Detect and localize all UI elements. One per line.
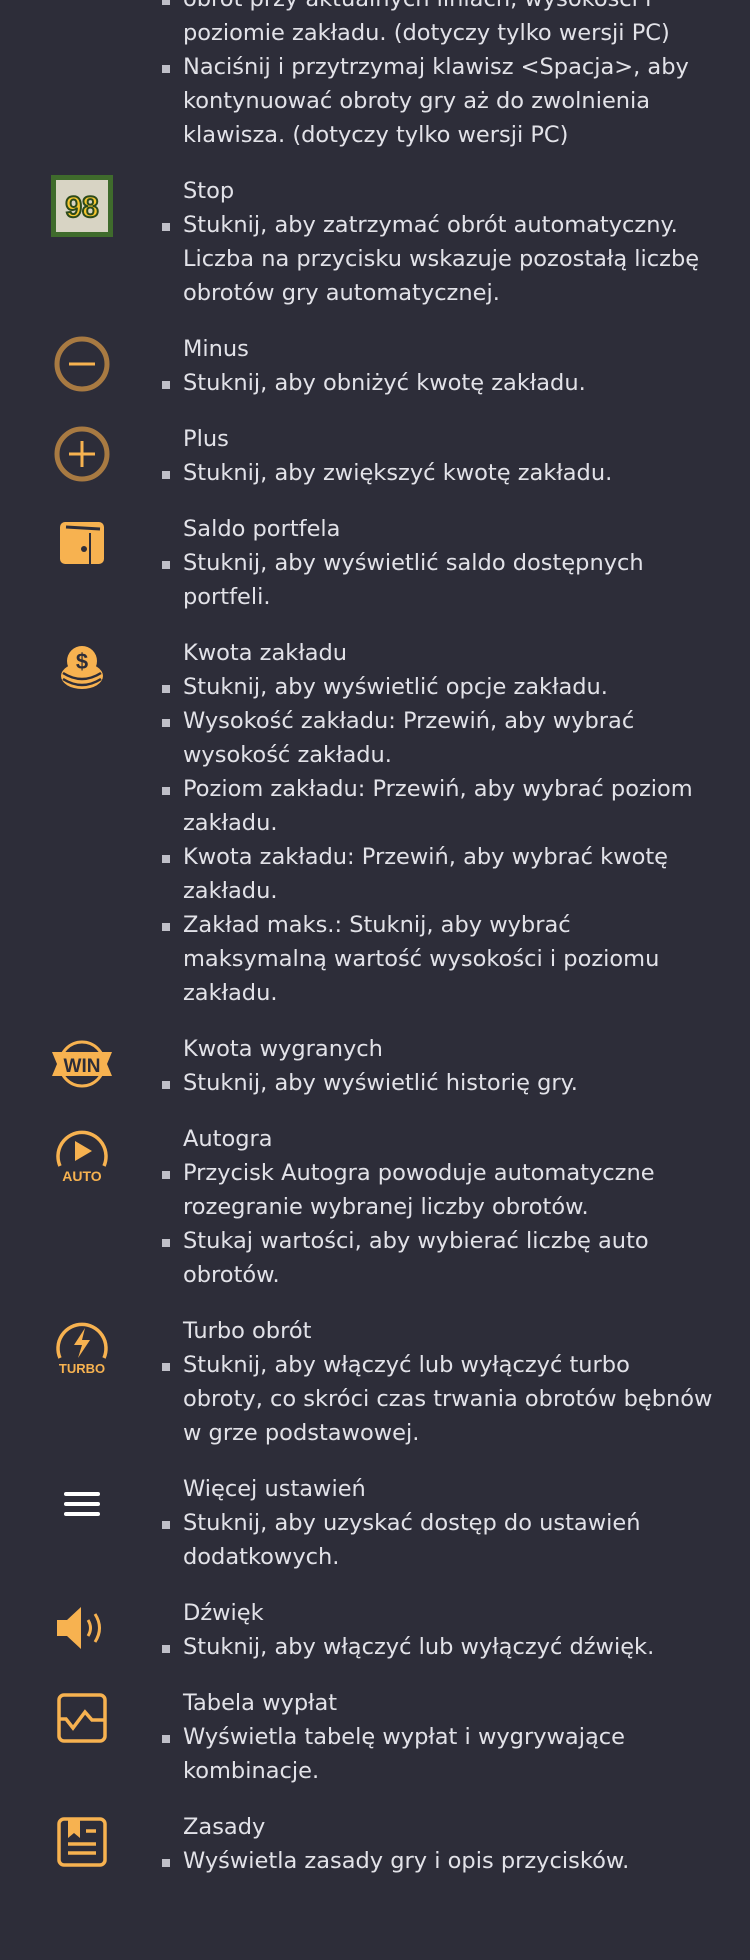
rules-icon xyxy=(50,1810,114,1874)
svg-text:WIN: WIN xyxy=(64,1056,101,1077)
bullet-list: Przycisk Autogra powoduje automatyczne r… xyxy=(162,1156,713,1292)
section-title: Turbo obrót xyxy=(183,1318,312,1344)
bullet-list: obrót przy aktualnych liniach, wysokości… xyxy=(162,0,713,152)
section-title: Kwota wygranych xyxy=(183,1036,383,1062)
bullet-item: Przycisk Autogra powoduje automatyczne r… xyxy=(162,1156,713,1224)
bullet-item: Stuknij, aby włączyć lub wyłączyć turbo … xyxy=(162,1348,713,1450)
help-section-paytable: Tabela wypłat Wyświetla tabelę wypłat i w… xyxy=(0,1686,750,1788)
help-section-wallet: Saldo portfela Stuknij, aby wyświetlić sa… xyxy=(0,512,750,614)
section-title: Kwota zakładu xyxy=(183,640,348,666)
coins-icon: $ xyxy=(50,636,114,700)
bullet-item: Kwota zakładu: Przewiń, aby wybrać kwotę… xyxy=(162,840,713,908)
section-title: Dźwięk xyxy=(183,1600,264,1626)
bullet-list: Stuknij, aby obniżyć kwotę zakładu. xyxy=(162,366,713,400)
bullet-list: Stuknij, aby zwiększyć kwotę zakładu. xyxy=(162,456,713,490)
section-title: Saldo portfela xyxy=(183,516,341,542)
section-title: Więcej ustawień xyxy=(183,1476,366,1502)
bullet-item: obrót przy aktualnych liniach, wysokości… xyxy=(162,0,713,50)
help-section-continued: obrót przy aktualnych liniach, wysokości… xyxy=(0,0,750,152)
help-content: obrót przy aktualnych liniach, wysokości… xyxy=(0,0,750,1900)
section-title: Autogra xyxy=(183,1126,273,1152)
svg-text:98: 98 xyxy=(65,191,98,224)
bullet-list: Wyświetla tabelę wypłat i wygrywające ko… xyxy=(162,1720,713,1788)
help-section-auto-play: AUTO Autogra Przycisk Autogra powoduje aut… xyxy=(0,1122,750,1292)
bullet-item: Stuknij, aby zatrzymać obrót automatyczn… xyxy=(162,208,713,310)
bullet-item: Poziom zakładu: Przewiń, aby wybrać pozi… xyxy=(162,772,713,840)
plus-icon xyxy=(50,422,114,486)
svg-text:AUTO: AUTO xyxy=(62,1168,102,1184)
bullet-list: Stuknij, aby wyświetlić saldo dostępnych… xyxy=(162,546,713,614)
svg-text:TURBO: TURBO xyxy=(59,1361,105,1376)
win-icon: WIN xyxy=(50,1032,114,1096)
sound-icon xyxy=(50,1596,114,1660)
help-section-menu: Więcej ustawień Stuknij, aby uzyskać dost… xyxy=(0,1472,750,1574)
stop-counter-icon: 98 xyxy=(50,174,114,238)
bullet-list: Stuknij, aby uzyskać dostęp do ustawień … xyxy=(162,1506,713,1574)
section-title: Plus xyxy=(183,426,229,452)
section-title: Tabela wypłat xyxy=(183,1690,338,1716)
bullet-item: Wyświetla zasady gry i opis przycisków. xyxy=(162,1844,713,1878)
bullet-item: Zakład maks.: Stuknij, aby wybrać maksym… xyxy=(162,908,713,1010)
auto-play-icon: AUTO xyxy=(50,1122,114,1186)
section-title: Zasady xyxy=(183,1814,266,1840)
bullet-list: Stuknij, aby zatrzymać obrót automatyczn… xyxy=(162,208,713,310)
bullet-item: Stuknij, aby zwiększyć kwotę zakładu. xyxy=(162,456,713,490)
bullet-item: Stuknij, aby obniżyć kwotę zakładu. xyxy=(162,366,713,400)
bullet-item: Naciśnij i przytrzymaj klawisz <Spacja>,… xyxy=(162,50,713,152)
help-section-minus: Minus Stuknij, aby obniżyć kwotę zakładu. xyxy=(0,332,750,400)
section-title: Stop xyxy=(183,178,235,204)
wallet-icon xyxy=(50,512,114,576)
help-section-coins: $ Kwota zakładu Stuknij, aby wyświetlić op… xyxy=(0,636,750,1010)
bullet-item: Wyświetla tabelę wypłat i wygrywające ko… xyxy=(162,1720,713,1788)
bullet-list: Stuknij, aby wyświetlić historię gry. xyxy=(162,1066,713,1100)
bullet-list: Stuknij, aby wyświetlić opcje zakładu. Wy… xyxy=(162,670,713,1010)
bullet-item: Stuknij, aby wyświetlić saldo dostępnych… xyxy=(162,546,713,614)
section-title: Minus xyxy=(183,336,249,362)
minus-icon xyxy=(50,332,114,396)
bullet-list: Stuknij, aby włączyć lub wyłączyć turbo … xyxy=(162,1348,713,1450)
bullet-list: Wyświetla zasady gry i opis przycisków. xyxy=(162,1844,713,1878)
bullet-item: Stukaj wartości, aby wybierać liczbę aut… xyxy=(162,1224,713,1292)
bullet-item: Stuknij, aby wyświetlić historię gry. xyxy=(162,1066,713,1100)
bullet-item: Stuknij, aby włączyć lub wyłączyć dźwięk… xyxy=(162,1630,713,1664)
bullet-item: Wysokość zakładu: Przewiń, aby wybrać wy… xyxy=(162,704,713,772)
help-section-stop-counter: 98 Stop Stuknij, aby zatrzymać obrót autom… xyxy=(0,174,750,310)
help-section-win: WIN Kwota wygranych Stuknij, aby wyświetli… xyxy=(0,1032,750,1100)
help-section-sound: Dźwięk Stuknij, aby włączyć lub wyłączyć … xyxy=(0,1596,750,1664)
bullet-item: Stuknij, aby wyświetlić opcje zakładu. xyxy=(162,670,713,704)
help-section-turbo: TURBO Turbo obrót Stuknij, aby włączyć lub… xyxy=(0,1314,750,1450)
bullet-item: Stuknij, aby uzyskać dostęp do ustawień … xyxy=(162,1506,713,1574)
paytable-icon xyxy=(50,1686,114,1750)
menu-icon xyxy=(50,1472,114,1536)
svg-text:$: $ xyxy=(76,649,88,674)
help-section-rules: Zasady Wyświetla zasady gry i opis przyci… xyxy=(0,1810,750,1878)
turbo-icon: TURBO xyxy=(50,1314,114,1378)
bullet-list: Stuknij, aby włączyć lub wyłączyć dźwięk… xyxy=(162,1630,713,1664)
help-section-plus: Plus Stuknij, aby zwiększyć kwotę zakładu… xyxy=(0,422,750,490)
